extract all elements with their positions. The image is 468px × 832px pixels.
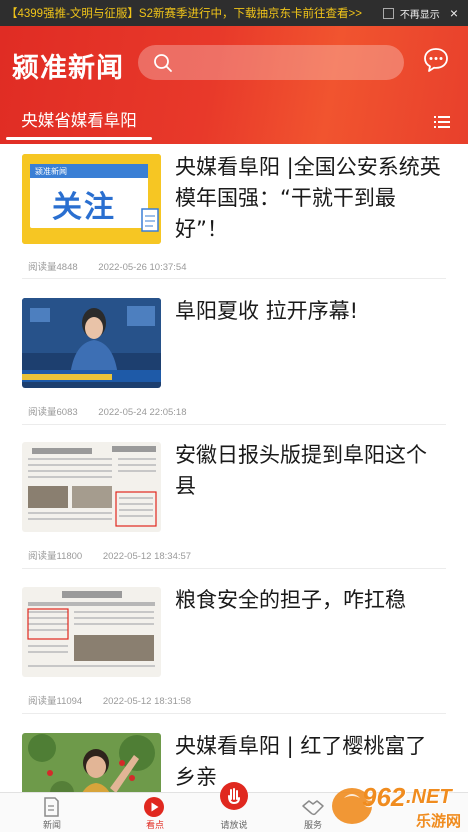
thumb-brand: 颍准新闻 — [35, 167, 67, 176]
read-count: 阅读量11094 — [28, 696, 83, 707]
article-title[interactable]: 阜阳夏收 拉开序幕! — [175, 296, 443, 327]
divider — [22, 278, 446, 279]
ad-banner[interactable]: 【4399强推-文明与征服】S2新赛季进行中，下载抽京东卡前往查看>> 不再显示… — [0, 0, 468, 26]
app-logo: 颍准新闻 — [12, 53, 124, 84]
article-thumbnail — [22, 298, 161, 388]
divider — [22, 424, 446, 425]
publish-date: 2022-05-12 18:31:58 — [102, 696, 192, 707]
read-count: 阅读量4848 — [28, 262, 78, 273]
watermark-site: 乐游网 — [416, 813, 462, 830]
read-count: 阅读量6083 — [28, 407, 78, 418]
tab-underline — [6, 137, 152, 140]
article-list: 颍准新闻 关注 央媒看阜阳 |全国公安系统英模年国强：“干就干到最好”！ 阅读量… — [0, 144, 468, 792]
channel-tabs: 央媒省媒看阜阳 — [0, 101, 468, 144]
article-title[interactable]: 央媒看阜阳 |全国公安系统英模年国强：“干就干到最好”！ — [175, 152, 443, 245]
hand-icon — [220, 782, 248, 810]
article-meta: 阅读量6083 2022-05-24 22:05:18 — [28, 404, 205, 418]
divider — [22, 713, 446, 714]
article-thumbnail — [22, 587, 161, 677]
ad-badge-icon — [382, 7, 394, 19]
menu-icon — [434, 116, 450, 128]
article-thumbnail — [22, 442, 161, 532]
play-icon — [144, 797, 164, 817]
search-input[interactable] — [138, 45, 404, 80]
article-thumbnail: 颍准新闻 关注 — [22, 154, 161, 244]
site-watermark: 962 .NET 乐游网 — [330, 780, 466, 832]
message-icon — [424, 48, 448, 72]
ad-text[interactable]: 【4399强推-文明与征服】S2新赛季进行中，下载抽京东卡前往查看>> — [0, 5, 383, 21]
ad-close-button[interactable]: × — [450, 5, 458, 21]
nav-label: 请放说 — [220, 820, 248, 830]
divider — [22, 568, 446, 569]
news-icon — [44, 797, 59, 817]
watermark-number: 962 — [362, 782, 406, 812]
nav-kandian[interactable]: 看点 — [115, 793, 195, 832]
channel-menu-button[interactable] — [434, 115, 450, 134]
nav-qingfangshuo[interactable]: 请放说 — [194, 782, 274, 832]
article-meta: 阅读量11094 2022-05-12 18:31:58 — [28, 693, 209, 707]
nav-label: 看点 — [145, 820, 164, 830]
tab-yangmei-shengmei[interactable]: 央媒省媒看阜阳 — [6, 107, 152, 137]
nav-label: 新闻 — [42, 820, 61, 830]
thumb-caption: 关注 — [52, 190, 116, 225]
app-header: 颍准新闻 央媒省媒看阜阳 — [0, 26, 468, 144]
handshake-icon — [302, 800, 324, 816]
ad-hide-button[interactable]: 不再显示 — [400, 6, 440, 21]
article-thumbnail — [22, 733, 161, 792]
read-count: 阅读量11800 — [28, 551, 83, 562]
article-title[interactable]: 粮食安全的担子，咋扛稳 — [175, 585, 443, 616]
search-icon — [154, 54, 172, 72]
nav-news[interactable]: 新闻 — [12, 793, 92, 832]
article-meta: 阅读量11800 2022-05-12 18:34:57 — [28, 548, 209, 562]
publish-date: 2022-05-26 10:37:54 — [98, 262, 187, 273]
publish-date: 2022-05-24 22:05:18 — [98, 407, 187, 418]
article-title[interactable]: 安徽日报头版提到阜阳这个县 — [175, 440, 443, 502]
watermark-net: .NET — [406, 786, 452, 808]
publish-date: 2022-05-12 18:34:57 — [102, 551, 192, 562]
article-meta: 阅读量4848 2022-05-26 10:37:54 — [28, 259, 205, 273]
message-button[interactable] — [422, 46, 450, 79]
